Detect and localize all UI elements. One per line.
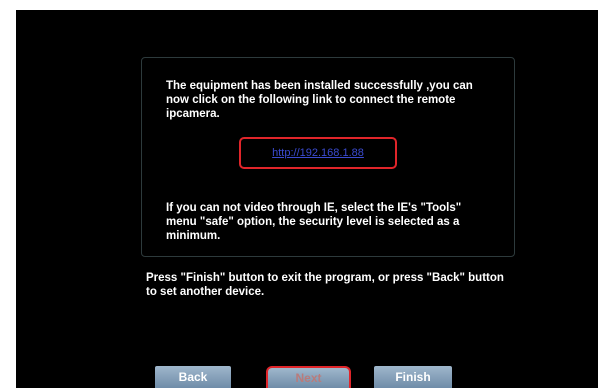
next-button[interactable]: Next	[266, 366, 351, 388]
ie-security-message: If you can not video through IE, select …	[166, 202, 462, 242]
finish-button[interactable]: Finish	[374, 366, 452, 388]
install-success-message: The equipment has been installed success…	[166, 80, 473, 120]
finish-instructions: Press "Finish" button to exit the progra…	[146, 272, 504, 298]
back-button[interactable]: Back	[155, 366, 231, 388]
installer-window: The equipment has been installed success…	[0, 0, 604, 388]
camera-link[interactable]: http://192.168.1.88	[239, 137, 397, 169]
